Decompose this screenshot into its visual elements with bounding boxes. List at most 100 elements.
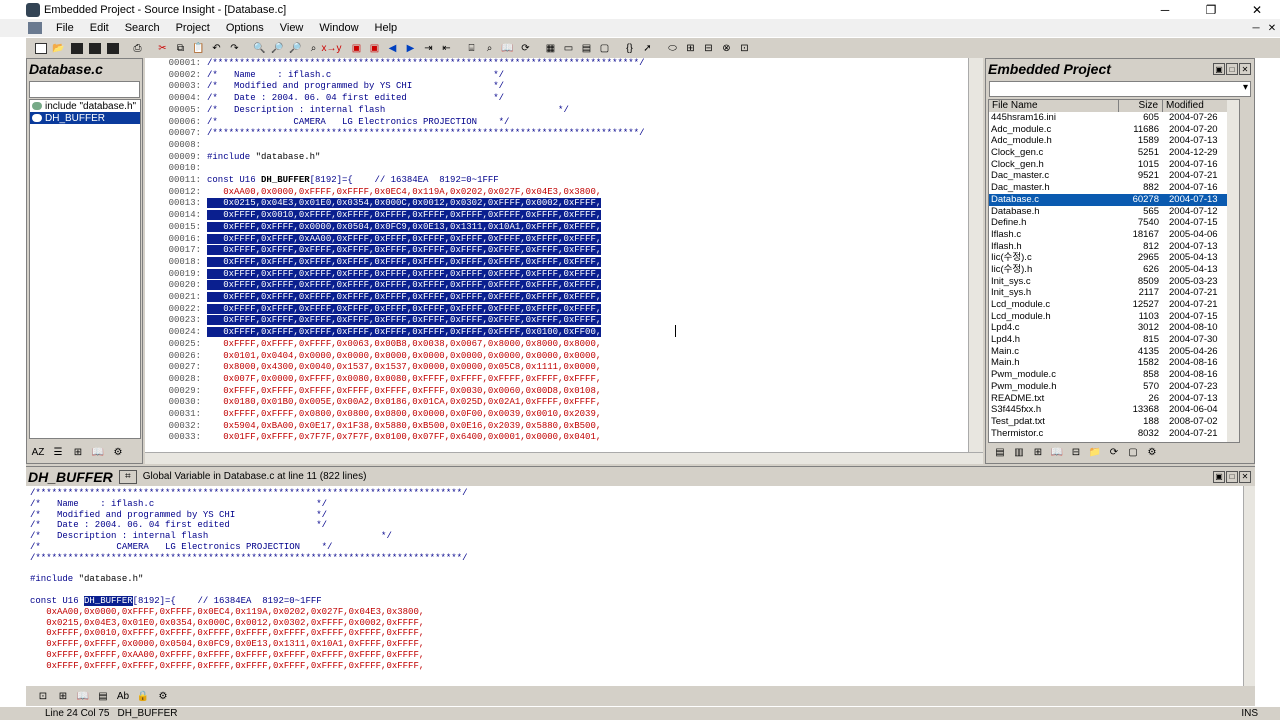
redo-icon[interactable]: ↷ xyxy=(226,41,243,56)
browse-book-icon[interactable]: 📖 xyxy=(1049,445,1065,459)
file-row[interactable]: Iflash.h 812 2004-07-13 xyxy=(989,241,1239,253)
paste-icon[interactable]: 📋 xyxy=(190,41,207,56)
undo-icon[interactable]: ↶ xyxy=(208,41,225,56)
menu-edit[interactable]: Edit xyxy=(82,22,117,34)
file-row[interactable]: Define.h 7540 2004-07-15 xyxy=(989,217,1239,229)
context-window-pin-button[interactable]: ▣ xyxy=(1213,470,1225,483)
list-icon[interactable]: ☰ xyxy=(49,444,67,460)
window-tile-icon[interactable]: ▦ xyxy=(542,41,559,56)
document-icon[interactable] xyxy=(28,22,42,34)
symbol-filter-input[interactable] xyxy=(29,81,140,98)
new-file-icon[interactable] xyxy=(32,41,49,56)
file-row[interactable]: Adc_module.h 1589 2004-07-13 xyxy=(989,135,1239,147)
project-window-icon[interactable]: ⬭ xyxy=(664,41,681,56)
symbol-list-icon[interactable]: ▥ xyxy=(1011,445,1027,459)
file-row[interactable]: Pwm_module.c 858 2004-08-16 xyxy=(989,369,1239,381)
file-row[interactable]: Main.h 1582 2004-08-16 xyxy=(989,357,1239,369)
context-window-icon[interactable]: ⊡ xyxy=(736,41,753,56)
sync-icon[interactable]: ⟳ xyxy=(1106,445,1122,459)
file-row[interactable]: Iic(수정).h 626 2005-04-13 xyxy=(989,264,1239,276)
editor-vertical-scrollbar[interactable] xyxy=(968,58,983,452)
context-vertical-scrollbar[interactable] xyxy=(1243,486,1255,686)
back-icon[interactable]: ◀ xyxy=(384,41,401,56)
category-icon[interactable]: ⊞ xyxy=(69,444,87,460)
menu-options[interactable]: Options xyxy=(218,22,272,34)
file-row[interactable]: Init_sys.h 2117 2004-07-21 xyxy=(989,287,1239,299)
save-all-icon[interactable] xyxy=(86,41,103,56)
relation-window-icon[interactable]: ⊞ xyxy=(682,41,699,56)
column-size[interactable]: Size xyxy=(1119,100,1163,112)
minimize-button[interactable]: ─ xyxy=(1142,0,1188,19)
browse-book-icon[interactable]: 📖 xyxy=(89,444,107,460)
column-file-name[interactable]: File Name xyxy=(989,100,1119,112)
menu-view[interactable]: View xyxy=(272,22,312,34)
doc-minimize-button[interactable]: ─ xyxy=(1248,19,1264,37)
file-row[interactable]: Adc_module.c 11686 2004-07-20 xyxy=(989,124,1239,136)
forward-icon[interactable]: ▶ xyxy=(402,41,419,56)
context-font-icon[interactable]: Ab xyxy=(114,689,132,704)
relation-icon[interactable]: ⟳ xyxy=(517,41,534,56)
context-window-max-button[interactable]: □ xyxy=(1226,470,1238,483)
print-icon[interactable]: ⎙ xyxy=(129,41,146,56)
symbol-options-icon[interactable]: ⚙ xyxy=(109,444,127,460)
file-row[interactable]: Main.c 4135 2005-04-26 xyxy=(989,346,1239,358)
jump-back-icon[interactable]: ⇤ xyxy=(438,41,455,56)
context-view[interactable]: /***************************************… xyxy=(26,486,1243,686)
editor-horizontal-scrollbar[interactable] xyxy=(145,452,983,464)
project-window-close-button[interactable]: ✕ xyxy=(1239,63,1251,75)
doc-close-button[interactable]: ✕ xyxy=(1264,19,1280,37)
menu-window[interactable]: Window xyxy=(311,22,366,34)
file-row[interactable]: Dac_master.c 9521 2004-07-21 xyxy=(989,170,1239,182)
file-row[interactable]: Test_pdat.txt 188 2008-07-02 xyxy=(989,416,1239,428)
bookmark-next-icon[interactable]: ▣ xyxy=(366,41,383,56)
file-row[interactable]: Iflash.c 18167 2005-04-06 xyxy=(989,229,1239,241)
project-window-max-button[interactable]: □ xyxy=(1226,63,1238,75)
file-row[interactable]: Lcd_module.c 12527 2004-07-21 xyxy=(989,299,1239,311)
file-row[interactable]: Clock_gen.h 1015 2004-07-16 xyxy=(989,159,1239,171)
file-row[interactable]: Iic(수정).c 2965 2005-04-13 xyxy=(989,252,1239,264)
copy-icon[interactable]: ⧉ xyxy=(172,41,189,56)
tree-icon[interactable]: ⊟ xyxy=(1068,445,1084,459)
lookup-references-icon[interactable]: ⌕ xyxy=(481,41,498,56)
file-row[interactable]: Thermistor.c 8032 2004-07-21 xyxy=(989,428,1239,440)
sync-icon[interactable]: ⊗ xyxy=(718,41,735,56)
menu-file[interactable]: File xyxy=(48,22,82,34)
file-list-scrollbar[interactable] xyxy=(1227,100,1239,442)
jump-icon[interactable]: ⇥ xyxy=(420,41,437,56)
symbol-item-include[interactable]: include "database.h" xyxy=(30,100,140,112)
close-button[interactable]: ✕ xyxy=(1234,0,1280,19)
search-files-icon[interactable]: ⌕ xyxy=(305,41,322,56)
symbol-item-dh-buffer[interactable]: DH_BUFFER xyxy=(30,112,140,124)
context-browse-icon[interactable]: 📖 xyxy=(74,689,92,704)
find-prev-icon[interactable]: 🔎 xyxy=(287,41,304,56)
menu-help[interactable]: Help xyxy=(367,22,406,34)
file-row[interactable]: Lpd4.h 815 2004-07-30 xyxy=(989,334,1239,346)
file-row[interactable]: S3f445fxx.h 13368 2004-06-04 xyxy=(989,404,1239,416)
file-row[interactable]: Init_sys.c 8509 2005-03-23 xyxy=(989,276,1239,288)
file-row[interactable]: Pwm_module.h 570 2004-07-23 xyxy=(989,381,1239,393)
folder-icon[interactable]: 📁 xyxy=(1087,445,1103,459)
window-horizontal-icon[interactable]: ▤ xyxy=(578,41,595,56)
file-row[interactable]: Lpd4.c 3012 2004-08-10 xyxy=(989,322,1239,334)
cut-icon[interactable]: ✂ xyxy=(154,41,171,56)
menu-project[interactable]: Project xyxy=(168,22,218,34)
context-options-icon[interactable]: ⚙ xyxy=(154,689,172,704)
file-row[interactable]: Lcd_module.h 1103 2004-07-15 xyxy=(989,311,1239,323)
maximize-button[interactable]: ❐ xyxy=(1188,0,1234,19)
open-folder-icon[interactable]: 📂 xyxy=(50,41,67,56)
options-icon[interactable]: ⚙ xyxy=(1144,445,1160,459)
file-row[interactable]: Dac_master.h 882 2004-07-16 xyxy=(989,182,1239,194)
browse-icon[interactable]: 📖 xyxy=(499,41,516,56)
symbol-window-icon[interactable]: ⊟ xyxy=(700,41,717,56)
file-row[interactable]: Clock_gen.c 5251 2004-12-29 xyxy=(989,147,1239,159)
context-lock-icon[interactable]: 🔒 xyxy=(134,689,152,704)
bookmark-icon[interactable]: ▣ xyxy=(348,41,365,56)
menu-search[interactable]: Search xyxy=(117,22,168,34)
clip-icon[interactable]: ⊞ xyxy=(1030,445,1046,459)
replace-icon[interactable]: x→y xyxy=(322,41,342,56)
find-icon[interactable]: 🔍 xyxy=(251,41,268,56)
file-row[interactable]: 445hsram16.ini 605 2004-07-26 xyxy=(989,112,1239,124)
symbol-info-icon[interactable]: ⌸ xyxy=(463,41,480,56)
file-list-icon[interactable]: ▤ xyxy=(992,445,1008,459)
props-icon[interactable]: ▢ xyxy=(1125,445,1141,459)
